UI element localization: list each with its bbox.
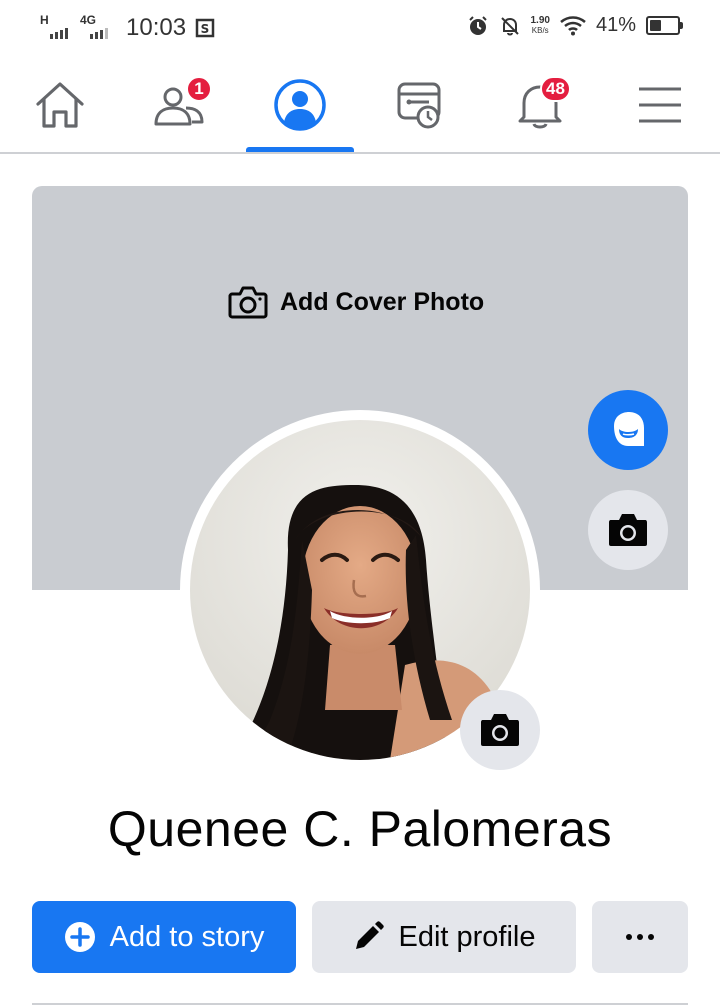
svg-text:S: S <box>201 22 210 36</box>
avatar-button[interactable] <box>588 390 668 470</box>
status-left: H 4G 10:03 S <box>40 13 216 42</box>
active-tab-indicator <box>246 147 354 152</box>
friends-badge: 1 <box>186 76 212 102</box>
battery-percent: 41% <box>595 14 636 36</box>
divider <box>32 1003 688 1005</box>
network-type-2: 4G <box>80 13 97 27</box>
hamburger-menu-icon <box>639 87 681 123</box>
nav-home[interactable] <box>6 58 114 152</box>
add-to-story-button[interactable]: Add to story <box>32 901 296 973</box>
signal-icon-2: 4G <box>80 13 112 41</box>
nav-watch[interactable] <box>366 58 474 152</box>
top-navigation: 1 48 <box>0 58 720 154</box>
network-type-1: H <box>40 13 49 27</box>
camera-icon <box>609 514 647 546</box>
home-icon <box>36 82 84 128</box>
add-to-story-label: Add to story <box>109 920 265 953</box>
camera-icon <box>481 714 519 746</box>
network-speed: 1.90 KB/s <box>530 14 550 36</box>
wifi-icon <box>560 15 586 35</box>
profile-name: Quenee C. Palomeras <box>107 801 613 857</box>
notifications-badge: 48 <box>540 76 571 102</box>
battery-icon <box>646 16 683 35</box>
status-right: 1.90 KB/s 41% <box>467 14 683 37</box>
profile-icon <box>274 79 326 131</box>
speed-value: 1.90 <box>530 14 550 26</box>
signal-icon: H <box>40 13 72 41</box>
plus-circle-icon <box>64 922 95 952</box>
camera-icon <box>228 286 268 319</box>
add-cover-photo-label: Add Cover Photo <box>280 287 485 316</box>
nav-menu[interactable] <box>606 58 714 152</box>
screenshot-icon: S <box>195 18 215 38</box>
speed-unit: KB/s <box>531 25 549 35</box>
edit-cover-camera-button[interactable] <box>588 490 668 570</box>
more-options-button[interactable] <box>592 901 688 973</box>
add-cover-photo-button[interactable]: Add Cover Photo <box>228 284 484 320</box>
mute-bell-icon <box>500 16 519 35</box>
watch-feed-icon <box>397 82 441 129</box>
alarm-icon <box>468 15 487 35</box>
avatar-icon <box>614 412 644 446</box>
more-dots-icon <box>626 934 654 940</box>
clock-time: 10:03 <box>126 14 187 41</box>
nav-profile[interactable] <box>246 58 354 152</box>
edit-profile-label: Edit profile <box>398 920 536 953</box>
pencil-icon <box>356 921 385 949</box>
edit-profile-button[interactable]: Edit profile <box>312 901 576 973</box>
battery-fill <box>650 20 661 31</box>
nav-notifications[interactable]: 48 <box>486 58 594 152</box>
nav-friends[interactable]: 1 <box>126 58 234 152</box>
edit-profile-picture-camera-button[interactable] <box>460 690 540 770</box>
status-bar: H 4G 10:03 S 1.90 KB/s 41% <box>0 0 720 58</box>
